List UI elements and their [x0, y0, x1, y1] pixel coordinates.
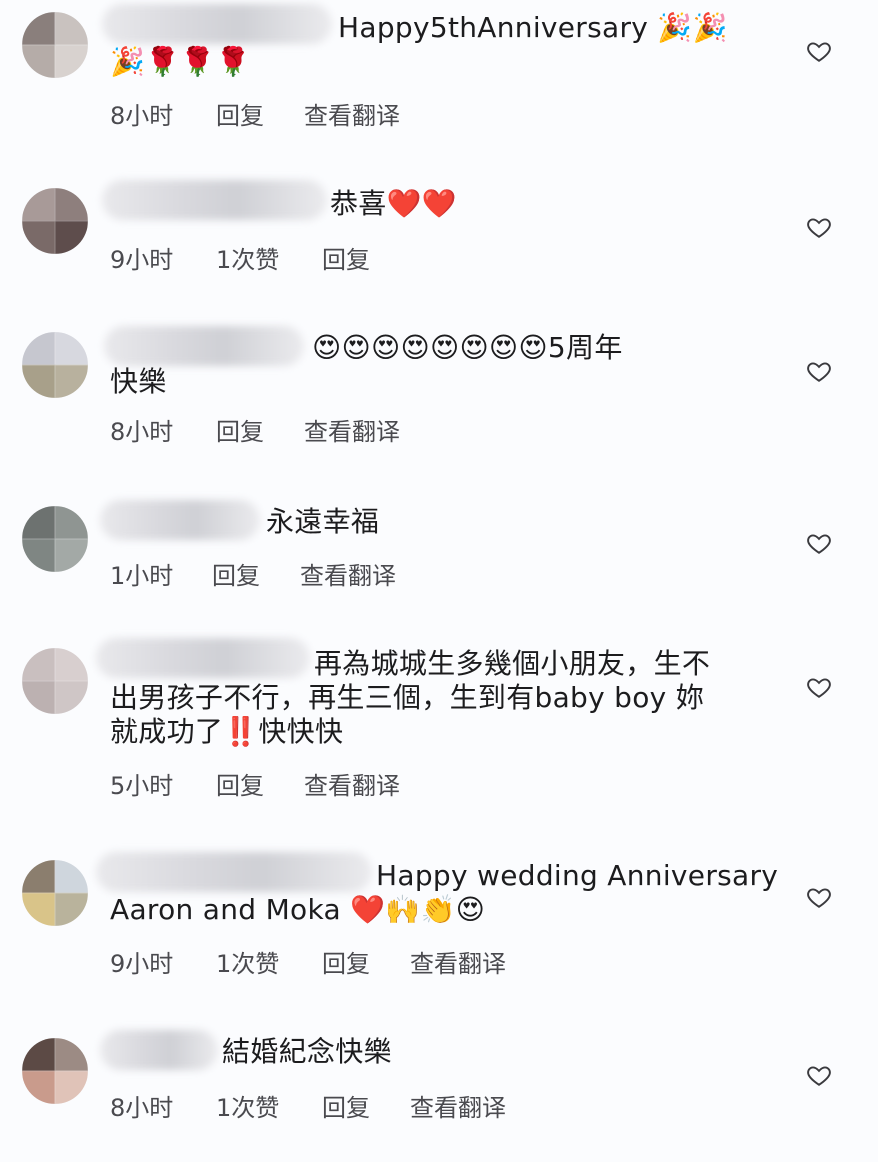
username-blurred[interactable] [96, 638, 310, 678]
comment-meta: 9小时 1次赞 回复 查看翻译 [110, 944, 506, 979]
avatar[interactable] [22, 12, 88, 78]
username-blurred[interactable] [102, 4, 332, 44]
reply-button[interactable]: 回复 [216, 412, 304, 447]
like-count[interactable]: 1次赞 [216, 1088, 322, 1123]
reply-button[interactable]: 回复 [322, 240, 370, 275]
comment-time: 9小时 [110, 246, 174, 274]
comment-text: Happy wedding Anniversary [376, 859, 779, 892]
like-count[interactable]: 1次赞 [216, 240, 322, 275]
comment-time: 1小时 [110, 562, 174, 590]
comment-text-line2: 出男孩子不行，再生三個，生到有baby boy 妳 [110, 681, 705, 714]
avatar[interactable] [22, 332, 88, 398]
reply-button[interactable]: 回复 [322, 944, 410, 979]
username-blurred[interactable] [100, 1030, 218, 1070]
translate-button[interactable]: 查看翻译 [304, 412, 400, 447]
comment-meta: 9小时 1次赞 回复 [110, 240, 370, 275]
comment-meta: 8小时 回复 查看翻译 [110, 412, 400, 447]
comment-text: Happy5thAnniversary 🎉🎉 [338, 11, 728, 44]
reply-button[interactable]: 回复 [212, 556, 300, 591]
avatar[interactable] [22, 860, 88, 926]
comment-text: 恭喜❤️❤️ [330, 187, 457, 220]
reply-button[interactable]: 回复 [216, 96, 304, 131]
comment-text: 永遠幸福 [266, 505, 380, 538]
comment-meta: 1小时 回复 查看翻译 [110, 556, 396, 591]
like-count[interactable]: 1次赞 [216, 944, 322, 979]
like-heart-icon[interactable] [806, 38, 832, 64]
comment-text-line3: 就成功了‼️快快快 [110, 715, 344, 748]
like-heart-icon[interactable] [806, 1062, 832, 1088]
translate-button[interactable]: 查看翻译 [410, 944, 506, 979]
comment-time: 5小时 [110, 772, 174, 800]
comment-meta: 5小时 回复 查看翻译 [110, 766, 400, 801]
username-blurred[interactable] [104, 326, 304, 366]
comment-text-line2: 🎉🌹🌹🌹 [110, 45, 251, 78]
comment-text: 再為城城生多幾個小朋友，生不 [314, 647, 711, 680]
reply-button[interactable]: 回复 [216, 766, 304, 801]
avatar[interactable] [22, 188, 88, 254]
like-heart-icon[interactable] [806, 674, 832, 700]
username-blurred[interactable] [96, 852, 372, 892]
like-heart-icon[interactable] [806, 530, 832, 556]
comment-text-line2: Aaron and Moka ❤️🙌👏😍 [110, 893, 486, 926]
like-heart-icon[interactable] [806, 884, 832, 910]
avatar[interactable] [22, 506, 88, 572]
avatar[interactable] [22, 648, 88, 714]
translate-button[interactable]: 查看翻译 [300, 556, 396, 591]
comment-time: 9小时 [110, 950, 174, 978]
username-blurred[interactable] [102, 180, 327, 220]
comment-meta: 8小时 1次赞 回复 查看翻译 [110, 1088, 506, 1123]
comment-time: 8小时 [110, 418, 174, 446]
comment-text-line2: 快樂 [110, 365, 167, 398]
translate-button[interactable]: 查看翻译 [304, 96, 400, 131]
translate-button[interactable]: 查看翻译 [410, 1088, 506, 1123]
avatar[interactable] [22, 1038, 88, 1104]
comment-time: 8小时 [110, 102, 174, 130]
like-heart-icon[interactable] [806, 358, 832, 384]
username-blurred[interactable] [100, 500, 260, 540]
reply-button[interactable]: 回复 [322, 1088, 410, 1123]
comment-text: 結婚紀念快樂 [222, 1035, 392, 1068]
comment-time: 8小时 [110, 1094, 174, 1122]
translate-button[interactable]: 查看翻译 [304, 766, 400, 801]
comment-meta: 8小时 回复 查看翻译 [110, 96, 400, 131]
like-heart-icon[interactable] [806, 214, 832, 240]
comment-text: 😍😍😍😍😍😍😍😍5周年 [312, 331, 623, 364]
